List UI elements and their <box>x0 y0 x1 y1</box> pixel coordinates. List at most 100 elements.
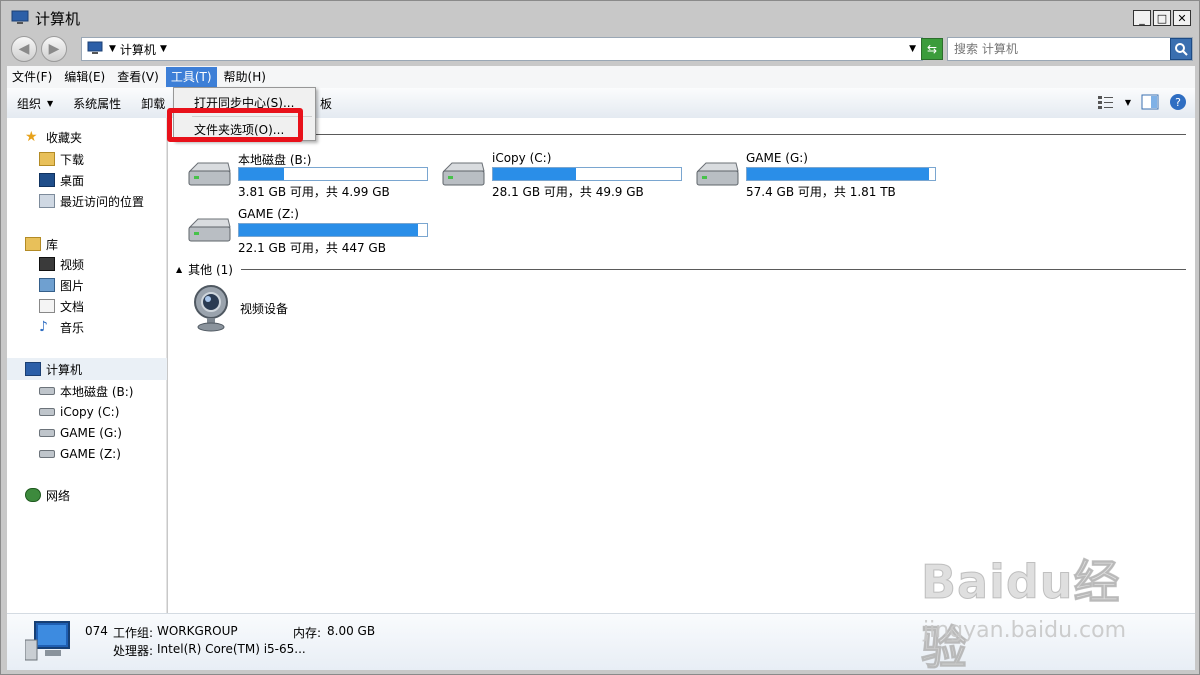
menu-view[interactable]: 查看(V) <box>112 67 164 87</box>
search-input[interactable] <box>954 42 1170 56</box>
sidebar-libraries-label: 库 <box>46 237 59 252</box>
help-icon[interactable]: ? <box>1169 93 1187 111</box>
drive-usage-fill <box>239 168 285 180</box>
address-bar[interactable]: ▼ 计算机 ▼ ▼ <box>81 37 923 61</box>
drive-name: GAME (G:) <box>746 151 808 165</box>
memory-label: 内存: <box>293 626 322 640</box>
sidebar-item-label: 本地磁盘 (B:) <box>60 384 134 399</box>
menu-file[interactable]: 文件(F) <box>7 67 57 87</box>
search-box[interactable] <box>947 37 1193 61</box>
documents-icon <box>39 299 55 313</box>
system-properties-button[interactable]: 系统属性 <box>63 95 131 112</box>
sidebar-item-label: 最近访问的位置 <box>60 194 145 209</box>
preview-pane-icon[interactable] <box>1141 94 1159 110</box>
downloads-icon <box>39 152 55 166</box>
sidebar-item-documents[interactable]: 文档 <box>7 296 167 316</box>
memory-value: 8.00 GB <box>327 624 376 638</box>
drive-capacity: 57.4 GB 可用，共 1.81 TB <box>746 185 896 199</box>
section-header-other[interactable]: ▲ 其他 (1) <box>176 261 1186 277</box>
search-icon[interactable] <box>1170 38 1192 60</box>
drive-icon <box>39 408 55 416</box>
collapse-triangle-icon[interactable]: ▲ <box>176 265 182 274</box>
drive-usage-bar <box>492 167 682 181</box>
sidebar-item-label: 桌面 <box>60 173 85 188</box>
sidebar-network[interactable]: 网络 <box>7 484 167 506</box>
sidebar-favorites[interactable]: ★ 收藏夹 <box>7 126 167 148</box>
recent-places-icon <box>39 194 55 208</box>
sidebar-item-recent[interactable]: 最近访问的位置 <box>7 191 167 211</box>
sidebar-item-label: 文档 <box>60 299 85 314</box>
sidebar-item-label: 视频 <box>60 257 85 272</box>
sidebar-item-videos[interactable]: 视频 <box>7 254 167 274</box>
pictures-icon <box>39 278 55 292</box>
refresh-button[interactable]: ⇆ <box>921 38 943 60</box>
sidebar-item-drive-g[interactable]: GAME (G:) <box>7 423 167 443</box>
star-icon: ★ <box>25 129 38 145</box>
computer-large-icon <box>25 621 70 661</box>
drive-name: GAME (Z:) <box>238 207 299 221</box>
drive-tile-z[interactable]: GAME (Z:) 22.1 GB 可用，共 447 GB <box>186 207 436 255</box>
sidebar-item-drive-c[interactable]: iCopy (C:) <box>7 402 167 422</box>
network-icon <box>25 488 41 502</box>
desktop-icon <box>39 173 55 187</box>
breadcrumb-chevron-icon[interactable]: ▼ <box>160 44 167 54</box>
workgroup-value: WORKGROUP <box>157 624 238 638</box>
maximize-button[interactable]: □ <box>1153 10 1171 26</box>
chevron-down-icon: ▼ <box>47 98 54 108</box>
close-button[interactable]: ✕ <box>1173 10 1191 26</box>
drive-usage-bar <box>238 223 428 237</box>
window-controls: _ □ ✕ <box>1133 10 1191 26</box>
drive-tile-b[interactable]: 本地磁盘 (B:) 3.81 GB 可用，共 4.99 GB <box>186 151 436 199</box>
sidebar-item-music[interactable]: ♪ 音乐 <box>7 317 167 337</box>
cpu-value: Intel(R) Core(TM) i5-65... <box>157 642 306 656</box>
sidebar-item-drive-z[interactable]: GAME (Z:) <box>7 444 167 464</box>
back-arrow-icon: ◀ <box>18 41 30 57</box>
change-view-icon[interactable] <box>1097 94 1115 110</box>
drive-capacity: 22.1 GB 可用，共 447 GB <box>238 241 386 255</box>
section-divider <box>184 133 1186 135</box>
sidebar-network-label: 网络 <box>46 488 71 503</box>
drive-capacity: 3.81 GB 可用，共 4.99 GB <box>238 185 390 199</box>
sidebar-item-label: GAME (G:) <box>60 426 122 440</box>
sidebar-item-pictures[interactable]: 图片 <box>7 275 167 295</box>
menu-help[interactable]: 帮助(H) <box>219 67 271 87</box>
sidebar-item-label: iCopy (C:) <box>60 405 120 419</box>
content-pane: 本地磁盘 (B:) 3.81 GB 可用，共 4.99 GB iCopy (C:… <box>168 118 1195 613</box>
drive-name: iCopy (C:) <box>492 151 552 165</box>
organize-label: 组织 <box>17 96 42 111</box>
music-icon: ♪ <box>39 319 48 335</box>
device-tile-video[interactable]: 视频设备 <box>190 284 330 334</box>
menu-tools[interactable]: 工具(T) <box>165 67 217 87</box>
drive-tile-c[interactable]: iCopy (C:) 28.1 GB 可用，共 49.9 GB <box>440 151 690 199</box>
sidebar-item-desktop[interactable]: 桌面 <box>7 170 167 190</box>
drive-tile-g[interactable]: GAME (G:) 57.4 GB 可用，共 1.81 TB <box>694 151 944 199</box>
back-button[interactable]: ◀ <box>11 36 37 62</box>
sidebar-computer[interactable]: 计算机 <box>7 358 167 380</box>
breadcrumb-chevron-icon[interactable]: ▼ <box>109 44 116 54</box>
drive-usage-fill <box>239 224 418 236</box>
sidebar-computer-label: 计算机 <box>46 362 83 377</box>
hard-drive-icon <box>188 218 231 242</box>
menu-edit[interactable]: 编辑(E) <box>59 67 110 87</box>
sidebar-item-label: 图片 <box>60 278 85 293</box>
watermark-url: jingyan.baidu.com <box>923 618 1127 643</box>
workgroup-label: 工作组: <box>113 626 154 640</box>
refresh-icon: ⇆ <box>926 42 938 56</box>
sidebar-libraries[interactable]: 库 <box>7 233 167 255</box>
minimize-button[interactable]: _ <box>1133 10 1151 26</box>
hard-drive-icon <box>696 162 739 186</box>
sidebar-item-drive-b[interactable]: 本地磁盘 (B:) <box>7 381 167 401</box>
highlight-annotation <box>167 108 303 142</box>
organize-button[interactable]: 组织 ▼ <box>7 95 63 112</box>
address-dropdown-icon[interactable]: ▼ <box>909 44 916 54</box>
computer-icon <box>87 41 103 54</box>
section-header-hard-drives[interactable] <box>176 126 1186 142</box>
cpu-label: 处理器: <box>113 644 154 658</box>
drive-icon <box>39 387 55 395</box>
sidebar-item-downloads[interactable]: 下载 <box>7 149 167 169</box>
view-dropdown-icon[interactable]: ▼ <box>1125 98 1131 107</box>
section-divider <box>240 268 1186 270</box>
breadcrumb-computer[interactable]: 计算机 <box>120 41 156 58</box>
hard-drive-icon <box>188 162 231 186</box>
forward-button[interactable]: ▶ <box>41 36 67 62</box>
